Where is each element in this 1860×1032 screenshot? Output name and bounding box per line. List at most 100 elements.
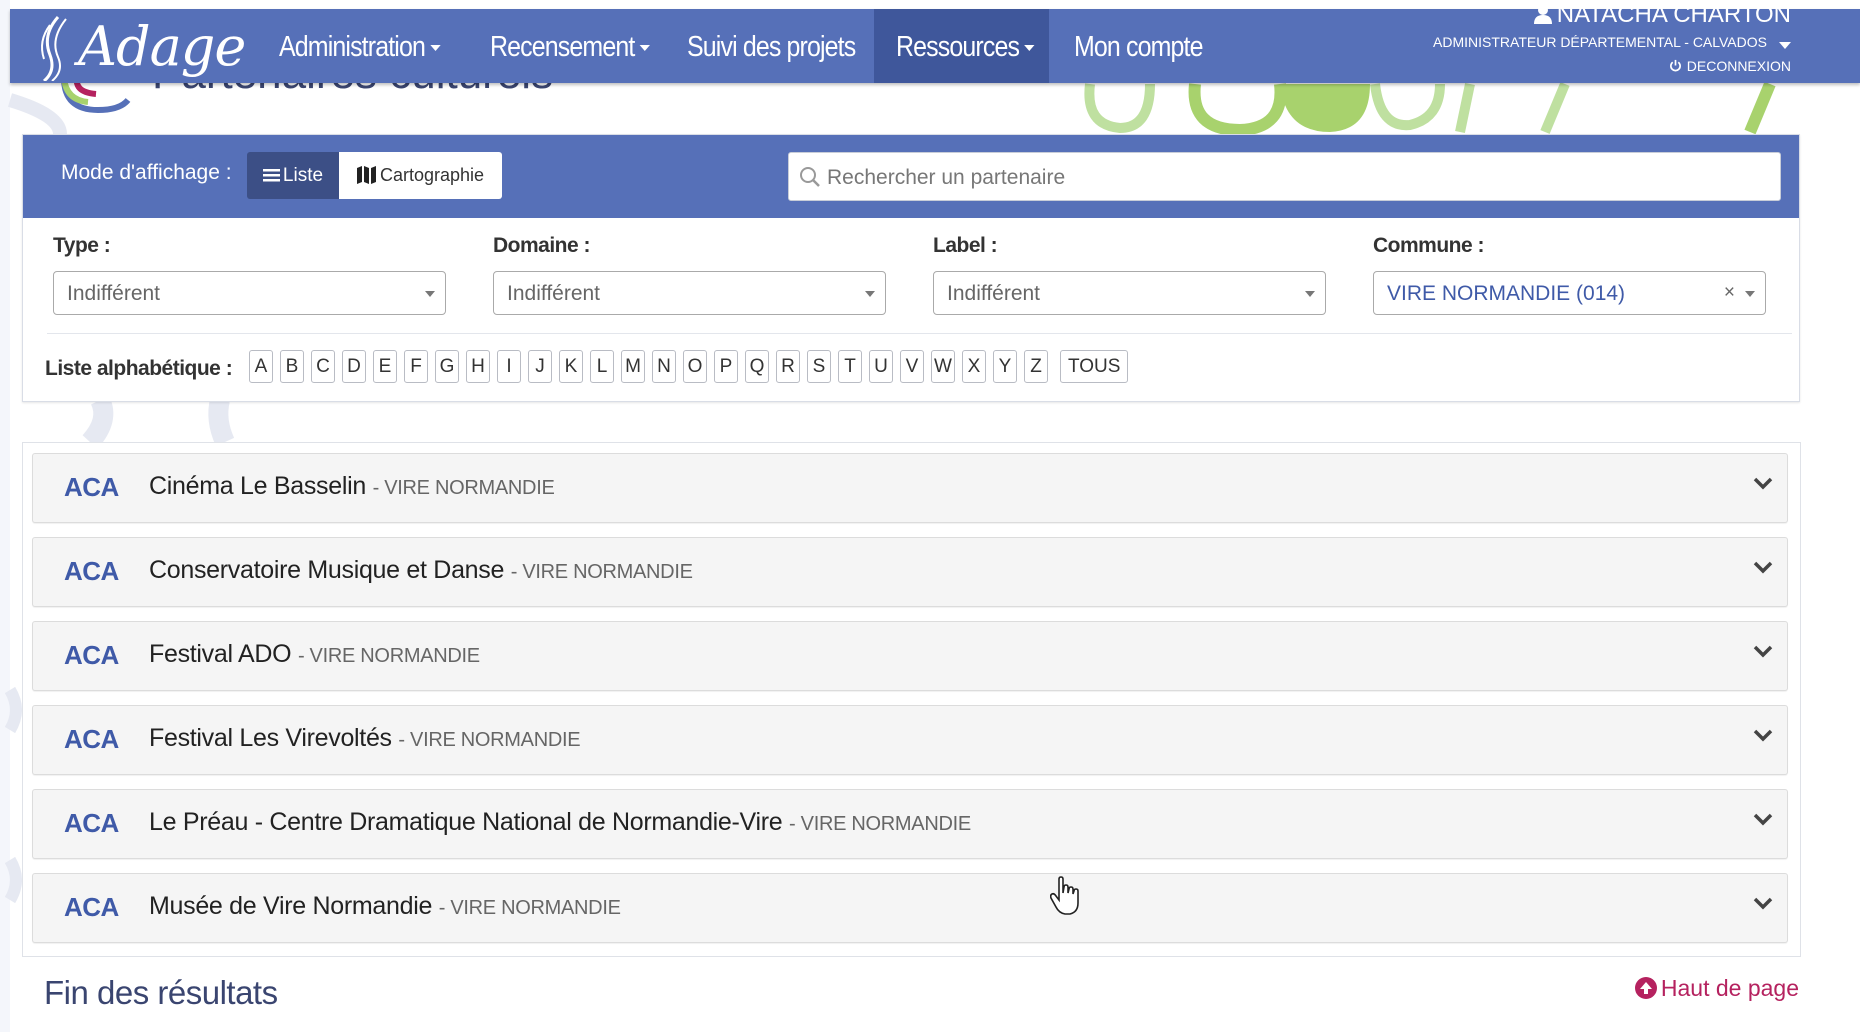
partner-name: Festival Les Virevoltés <box>149 724 392 752</box>
caret-down-icon <box>1305 291 1315 297</box>
letter-button-v[interactable]: V <box>900 350 924 383</box>
domaine-select[interactable]: Indifférent <box>493 271 886 315</box>
letter-button-n[interactable]: N <box>652 350 676 383</box>
nav-recensement-label: Recensement <box>490 31 635 63</box>
letter-button-x[interactable]: X <box>962 350 986 383</box>
hand-cursor-icon <box>1050 876 1079 915</box>
type-select[interactable]: Indifférent <box>53 271 446 315</box>
page-edge <box>0 0 10 1032</box>
domaine-select-value: Indifférent <box>507 282 601 305</box>
filter-panel-header: Mode d'affichage : Liste Cartographie <box>23 135 1799 218</box>
alphabet-filter: A B C D E F G H I J K L M N O P Q R S T … <box>249 350 1135 385</box>
letter-button-all[interactable]: TOUS <box>1060 350 1129 383</box>
back-to-top-link[interactable]: Haut de page <box>1634 975 1799 1002</box>
map-view-label: Cartographie <box>379 165 485 185</box>
label-select[interactable]: Indifférent <box>933 271 1326 315</box>
letter-button-h[interactable]: H <box>466 350 490 383</box>
list-view-button[interactable]: Liste <box>247 152 339 199</box>
user-icon <box>1533 5 1552 24</box>
nav-recensement[interactable]: Recensement <box>490 9 650 83</box>
caret-down-icon <box>639 45 650 52</box>
partner-city: - VIRE NORMANDIE <box>372 477 555 499</box>
letter-button-t[interactable]: T <box>838 350 862 383</box>
user-name-line[interactable]: NATACHA CHARTON <box>1533 1 1791 29</box>
list-item[interactable]: ACA Conservatoire Musique et Danse - VIR… <box>32 537 1788 607</box>
letter-button-z[interactable]: Z <box>1024 350 1048 383</box>
top-navbar: Adage Administration Recensement Suivi d… <box>10 1 1860 83</box>
nav-suivi-projets[interactable]: Suivi des projets <box>687 9 856 83</box>
letter-button-w[interactable]: W <box>931 350 955 383</box>
caret-down-icon <box>430 45 441 52</box>
letter-button-j[interactable]: J <box>528 350 552 383</box>
partner-name: Cinéma Le Basselin <box>149 472 366 500</box>
user-caret-down-icon[interactable] <box>1779 42 1791 49</box>
letter-button-e[interactable]: E <box>373 350 397 383</box>
chevron-down-icon[interactable] <box>1753 896 1773 910</box>
letter-button-u[interactable]: U <box>869 350 893 383</box>
nav-mon-compte-label: Mon compte <box>1074 31 1203 63</box>
partner-city: - VIRE NORMANDIE <box>789 813 971 835</box>
letter-button-d[interactable]: D <box>342 350 366 383</box>
letter-button-q[interactable]: Q <box>745 350 769 383</box>
partner-name: Conservatoire Musique et Danse <box>149 556 505 584</box>
nav-ressources-label: Ressources <box>896 31 1020 63</box>
partner-name: Musée de Vire Normandie <box>149 892 433 920</box>
nav-ressources[interactable]: Ressources <box>896 9 1035 83</box>
letter-button-y[interactable]: Y <box>993 350 1017 383</box>
letter-button-c[interactable]: C <box>311 350 335 383</box>
nav-administration[interactable]: Administration <box>279 9 441 83</box>
partner-search-input[interactable] <box>825 153 1769 202</box>
partner-type-tag: ACA <box>64 892 119 922</box>
caret-down-icon <box>425 291 435 297</box>
letter-button-l[interactable]: L <box>590 350 614 383</box>
arrow-up-circle-icon <box>1634 977 1657 999</box>
letter-button-b[interactable]: B <box>280 350 304 383</box>
chevron-down-icon[interactable] <box>1753 812 1773 826</box>
partner-name-line: Musée de Vire Normandie - VIRE NORMANDIE <box>149 892 621 921</box>
partner-name-line: Cinéma Le Basselin - VIRE NORMANDIE <box>149 472 555 501</box>
chevron-down-icon[interactable] <box>1753 476 1773 490</box>
logout-link[interactable]: DECONNEXION <box>1669 58 1791 74</box>
partner-name-line: Festival ADO - VIRE NORMANDIE <box>149 640 480 669</box>
chevron-down-icon[interactable] <box>1753 644 1773 658</box>
letter-button-m[interactable]: M <box>621 350 645 383</box>
chevron-down-icon[interactable] <box>1753 728 1773 742</box>
partner-city: - VIRE NORMANDIE <box>398 729 581 751</box>
list-item[interactable]: ACA Musée de Vire Normandie - VIRE NORMA… <box>32 873 1788 943</box>
partner-type-tag: ACA <box>64 556 119 586</box>
list-item[interactable]: ACA Festival ADO - VIRE NORMANDIE <box>32 621 1788 691</box>
letter-button-f[interactable]: F <box>404 350 428 383</box>
letter-button-a[interactable]: A <box>249 350 273 383</box>
app-logo[interactable]: Adage <box>32 9 246 83</box>
letter-button-r[interactable]: R <box>776 350 800 383</box>
caret-down-icon <box>865 291 875 297</box>
partner-name: Festival ADO <box>149 640 292 668</box>
letter-button-o[interactable]: O <box>683 350 707 383</box>
nav-administration-label: Administration <box>279 31 426 63</box>
filter-panel: Mode d'affichage : Liste Cartographie Ty… <box>22 134 1800 402</box>
list-icon <box>262 169 280 182</box>
nav-suivi-projets-label: Suivi des projets <box>687 31 856 63</box>
letter-button-i[interactable]: I <box>497 350 521 383</box>
list-item[interactable]: ACA Le Préau - Centre Dramatique Nationa… <box>32 789 1788 859</box>
logo-text: Adage <box>78 15 246 78</box>
nav-mon-compte[interactable]: Mon compte <box>1074 9 1203 83</box>
partner-city: - VIRE NORMANDIE <box>510 561 693 583</box>
partner-search-box[interactable] <box>788 152 1781 202</box>
list-item[interactable]: ACA Cinéma Le Basselin - VIRE NORMANDIE <box>32 453 1788 523</box>
letter-button-g[interactable]: G <box>435 350 459 383</box>
letter-button-k[interactable]: K <box>559 350 583 383</box>
list-item[interactable]: ACA Festival Les Virevoltés - VIRE NORMA… <box>32 705 1788 775</box>
partner-type-tag: ACA <box>64 640 119 670</box>
letter-button-p[interactable]: P <box>714 350 738 383</box>
type-filter-label: Type : <box>53 234 111 257</box>
commune-select[interactable]: VIRE NORMANDIE (014) × <box>1373 271 1766 315</box>
caret-down-icon <box>1745 291 1755 297</box>
results-list: ACA Cinéma Le Basselin - VIRE NORMANDIE … <box>22 442 1801 957</box>
power-icon <box>1669 59 1681 72</box>
letter-button-s[interactable]: S <box>807 350 831 383</box>
clear-selection-icon[interactable]: × <box>1724 282 1735 304</box>
logout-label: DECONNEXION <box>1686 58 1791 74</box>
chevron-down-icon[interactable] <box>1753 560 1773 574</box>
map-view-button[interactable]: Cartographie <box>339 152 502 199</box>
